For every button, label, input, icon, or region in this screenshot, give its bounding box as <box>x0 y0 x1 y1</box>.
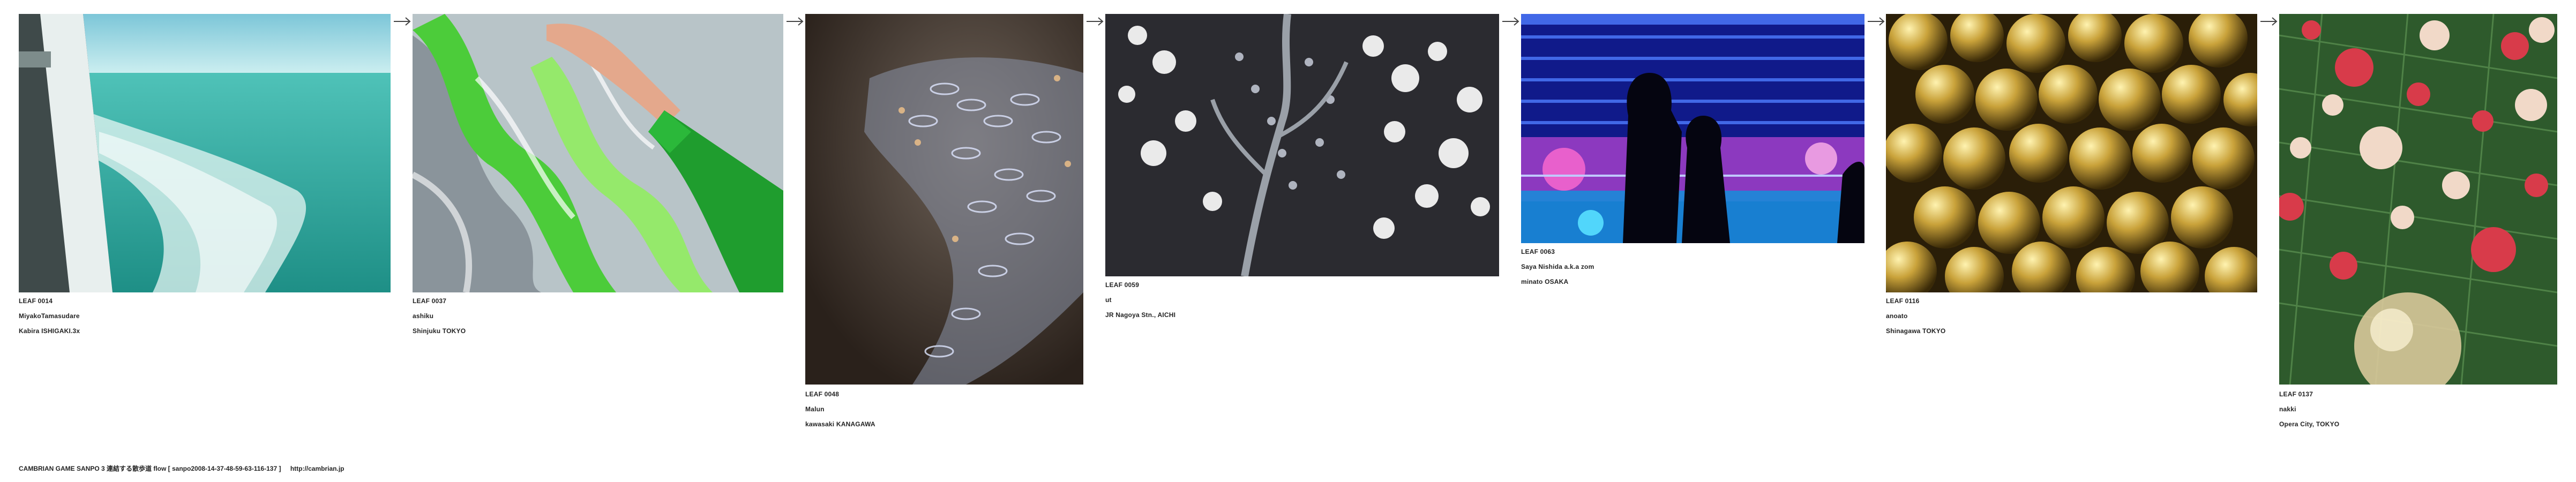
leaf-location: Shinjuku TOKYO <box>413 327 466 335</box>
caption-leaf-0063: LEAF 0063 Saya Nishida a.k.a zom minato … <box>1521 244 1594 289</box>
caption-leaf-0014: LEAF 0014 MiyakoTamasudare Kabira ISHIGA… <box>19 293 80 338</box>
leaf-title: ut <box>1105 296 1112 304</box>
photo-leaf-0037[interactable] <box>413 14 783 292</box>
caption-leaf-0137: LEAF 0137 nakki Opera City, TOKYO <box>2279 387 2339 432</box>
leaf-location: JR Nagoya Stn., AICHI <box>1105 311 1176 319</box>
right-arrow-icon <box>785 16 805 27</box>
leaf-title: anoato <box>1886 312 1908 320</box>
leaf-title: Malun <box>805 405 825 413</box>
right-arrow-icon <box>1501 16 1521 27</box>
caption-leaf-0059: LEAF 0059 ut JR Nagoya Stn., AICHI <box>1105 277 1175 322</box>
photo-leaf-0116[interactable] <box>1886 14 2257 292</box>
leaf-id: LEAF 0059 <box>1105 281 1140 289</box>
right-arrow-icon <box>2259 16 2279 27</box>
leaf-location: Shinagawa TOKYO <box>1886 327 1946 335</box>
leaf-location: minato OSAKA <box>1521 278 1569 285</box>
caption-leaf-0116: LEAF 0116 anoato Shinagawa TOKYO <box>1886 293 1945 338</box>
footer-link[interactable]: http://cambrian.jp <box>290 465 345 472</box>
photo-leaf-0014[interactable] <box>19 14 391 292</box>
leaf-title: nakki <box>2279 405 2296 413</box>
leaf-id: LEAF 0137 <box>2279 390 2313 398</box>
leaf-id: LEAF 0116 <box>1886 297 1920 305</box>
leaf-title: Saya Nishida a.k.a zom <box>1521 263 1594 270</box>
right-arrow-icon <box>1085 16 1105 27</box>
photo-leaf-0059[interactable] <box>1105 14 1499 276</box>
photo-leaf-0063[interactable] <box>1521 14 1864 243</box>
leaf-title: MiyakoTamasudare <box>19 312 80 320</box>
leaf-location: Kabira ISHIGAKI.3x <box>19 327 80 335</box>
photo-leaf-0137[interactable] <box>2279 14 2557 385</box>
right-arrow-icon <box>1867 16 1886 27</box>
caption-leaf-0037: LEAF 0037 ashiku Shinjuku TOKYO <box>413 293 466 338</box>
leaf-id: LEAF 0014 <box>19 297 53 305</box>
leaf-id: LEAF 0063 <box>1521 248 1555 255</box>
right-arrow-icon <box>393 16 412 27</box>
footer-title: CAMBRIAN GAME SANPO 3 連結する散歩道 flow [ san… <box>19 465 281 472</box>
footer: CAMBRIAN GAME SANPO 3 連結する散歩道 flow [ san… <box>19 464 351 473</box>
leaf-id: LEAF 0048 <box>805 390 840 398</box>
photo-leaf-0048[interactable] <box>805 14 1083 385</box>
leaf-location: Opera City, TOKYO <box>2279 420 2340 428</box>
leaf-location: kawasaki KANAGAWA <box>805 420 875 428</box>
leaf-id: LEAF 0037 <box>413 297 447 305</box>
leaf-title: ashiku <box>413 312 434 320</box>
caption-leaf-0048: LEAF 0048 Malun kawasaki KANAGAWA <box>805 387 875 432</box>
